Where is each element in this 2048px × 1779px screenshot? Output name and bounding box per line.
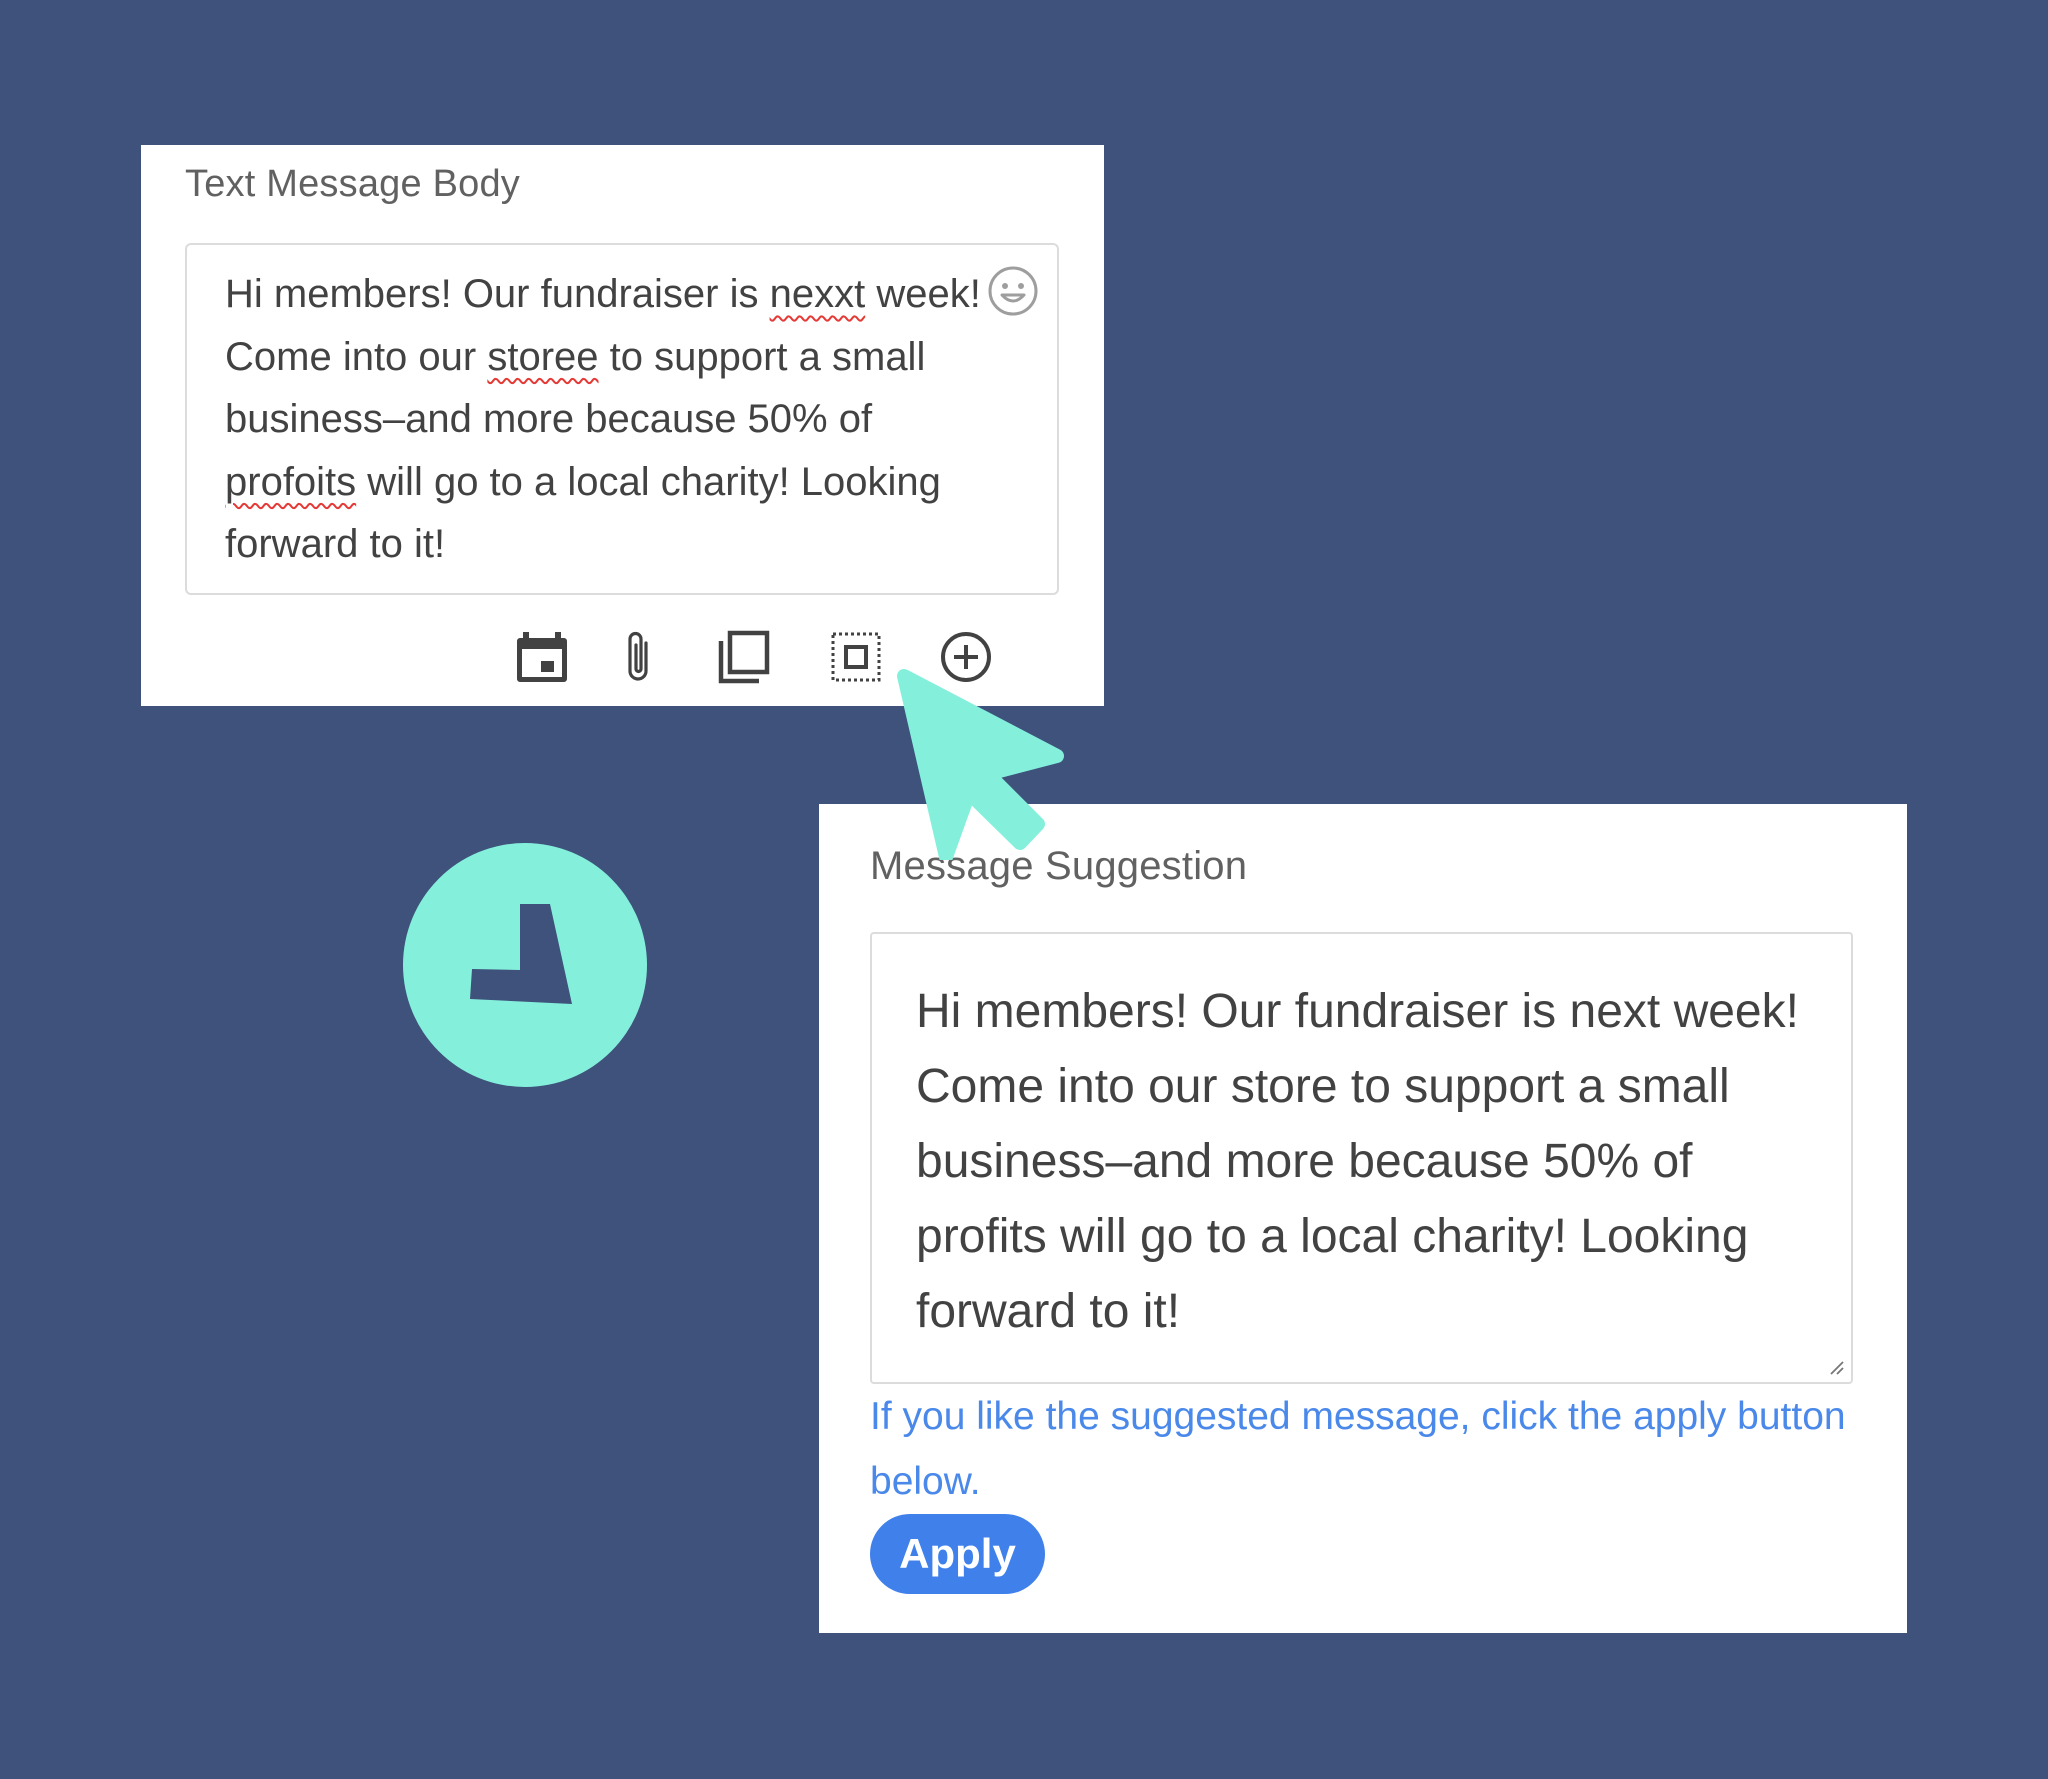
suggestion-textarea[interactable]: Hi members! Our fundraiser is next week!… xyxy=(870,932,1853,1384)
suggestion-text[interactable]: Hi members! Our fundraiser is next week!… xyxy=(916,974,1816,1349)
brand-logo-icon xyxy=(403,843,647,1087)
select-frame-icon[interactable] xyxy=(824,625,888,689)
cursor-arrow-icon xyxy=(897,669,1064,860)
paperclip-icon[interactable] xyxy=(608,625,672,689)
text-message-panel: Text Message Body Hi members! Our fundra… xyxy=(141,145,1104,706)
text-message-input[interactable]: Hi members! Our fundraiser is nexxt week… xyxy=(185,243,1059,595)
misspelled-word[interactable]: nexxt xyxy=(770,272,866,316)
misspelled-word[interactable]: storee xyxy=(487,335,598,379)
suggestion-hint: If you like the suggested message, click… xyxy=(870,1395,1846,1503)
smiley-face-icon[interactable] xyxy=(987,265,1039,317)
resize-handle-icon[interactable] xyxy=(1827,1358,1845,1376)
text-message-label: Text Message Body xyxy=(185,163,521,205)
text-message-body[interactable]: Hi members! Our fundraiser is nexxt week… xyxy=(225,263,985,576)
calendar-icon[interactable] xyxy=(510,625,574,689)
body-text-segment: Hi members! Our fundraiser is xyxy=(225,272,770,316)
apply-button[interactable]: Apply xyxy=(870,1514,1045,1594)
copy-layers-icon[interactable] xyxy=(711,625,775,689)
misspelled-word[interactable]: profoits xyxy=(225,460,356,504)
message-suggestion-panel: Message Suggestion Hi members! Our fundr… xyxy=(819,804,1907,1633)
